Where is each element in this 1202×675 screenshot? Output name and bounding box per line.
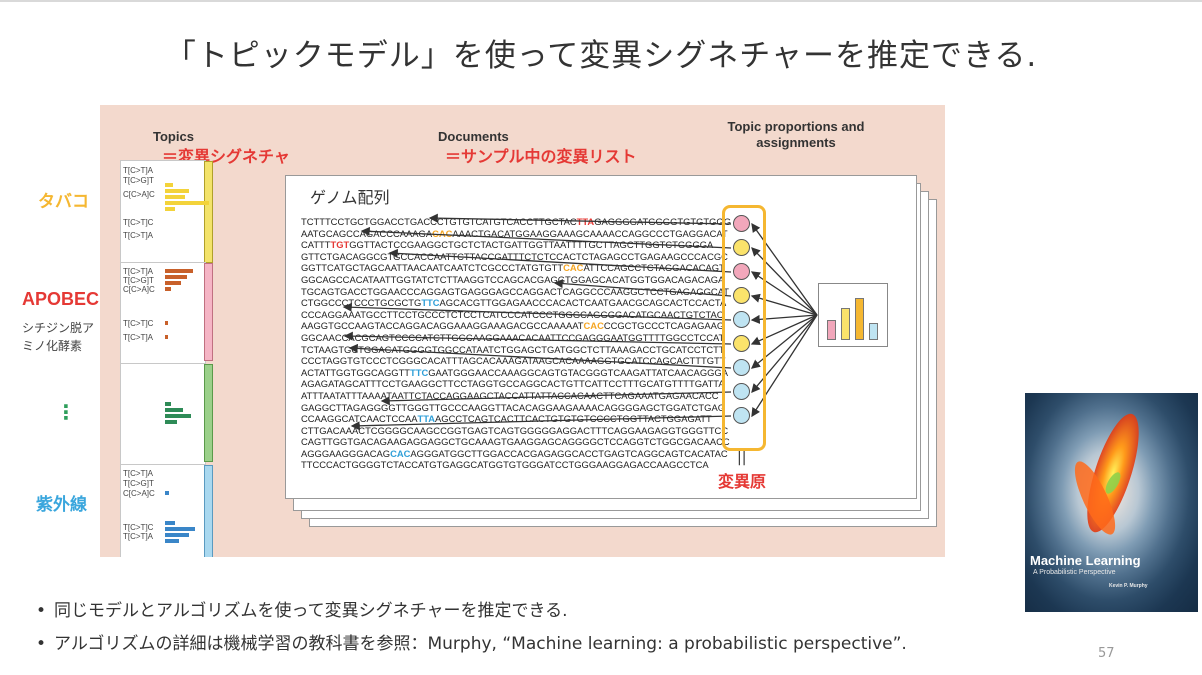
proportion-bar [869,323,878,340]
assignment-arrow [553,279,732,297]
assignment-arrow [342,302,732,321]
topic-model-figure: Topics ＝変異シグネチャ Documents ＝サンプル中の変異リスト T… [100,105,945,557]
label-apobec-sub1: シチジン脱ア [22,321,95,335]
top-rule [0,0,1202,2]
bullet-item-1: • 同じモデルとアルゴリズムを使って変異シグネチャーを推定できる. [36,596,568,621]
assignment-arrow [428,213,732,225]
bullet-text: 同じモデルとアルゴリズムを使って変異シグネチャーを推定できる. [54,601,568,621]
topic-proportion-chart [818,283,888,347]
cover-art [1074,413,1139,535]
label-apobec: APOBEC [22,289,100,309]
bullet-text: アルゴリズムの詳細は機械学習の教科書を参照：Murphy, “Machine l… [54,634,907,654]
equals-sign: || [737,450,747,466]
topic-node [733,311,750,328]
topic-node [733,335,750,352]
mutagen-label: 変異原 [718,472,767,491]
topic-node [733,239,750,256]
cover-subtitle: A Probabilistic Perspective [1033,569,1116,576]
topic-node [733,407,750,424]
page-number: 57 [1098,646,1115,661]
proportion-bar [827,320,836,340]
assignment-arrow [350,415,732,431]
topic-node [733,263,750,280]
proportion-bar [841,308,850,340]
cover-author: Kevin P. Murphy [1109,583,1148,589]
label-ellipsis: ⋮ [56,400,76,424]
assignment-arrow [360,226,732,249]
bullet-marker: • [36,601,47,621]
label-apobec-sub2: ミノ化酵素 [22,339,83,353]
topic-node [733,359,750,376]
cover-title: Machine Learning [1030,553,1141,568]
bullet-item-2: • アルゴリズムの詳細は機械学習の教科書を参照：Murphy, “Machine … [36,629,907,654]
topic-node [733,287,750,304]
label-tobacco: タバコ [38,192,89,212]
assignment-arrow [388,248,732,273]
topic-node [733,383,750,400]
bullet-marker: • [36,634,47,654]
topic-node [733,215,750,232]
label-uv: 紫外線 [36,495,87,515]
assignment-arrow [348,343,732,369]
assignment-arrow [343,331,732,345]
book-cover-image: Machine Learning A Probabilistic Perspec… [1025,393,1198,612]
slide-title: 「トピックモデル」を使って変異シグネチャーを推定できる. [164,38,1038,74]
assignment-arrow [380,391,732,406]
proportion-bar [855,298,864,340]
